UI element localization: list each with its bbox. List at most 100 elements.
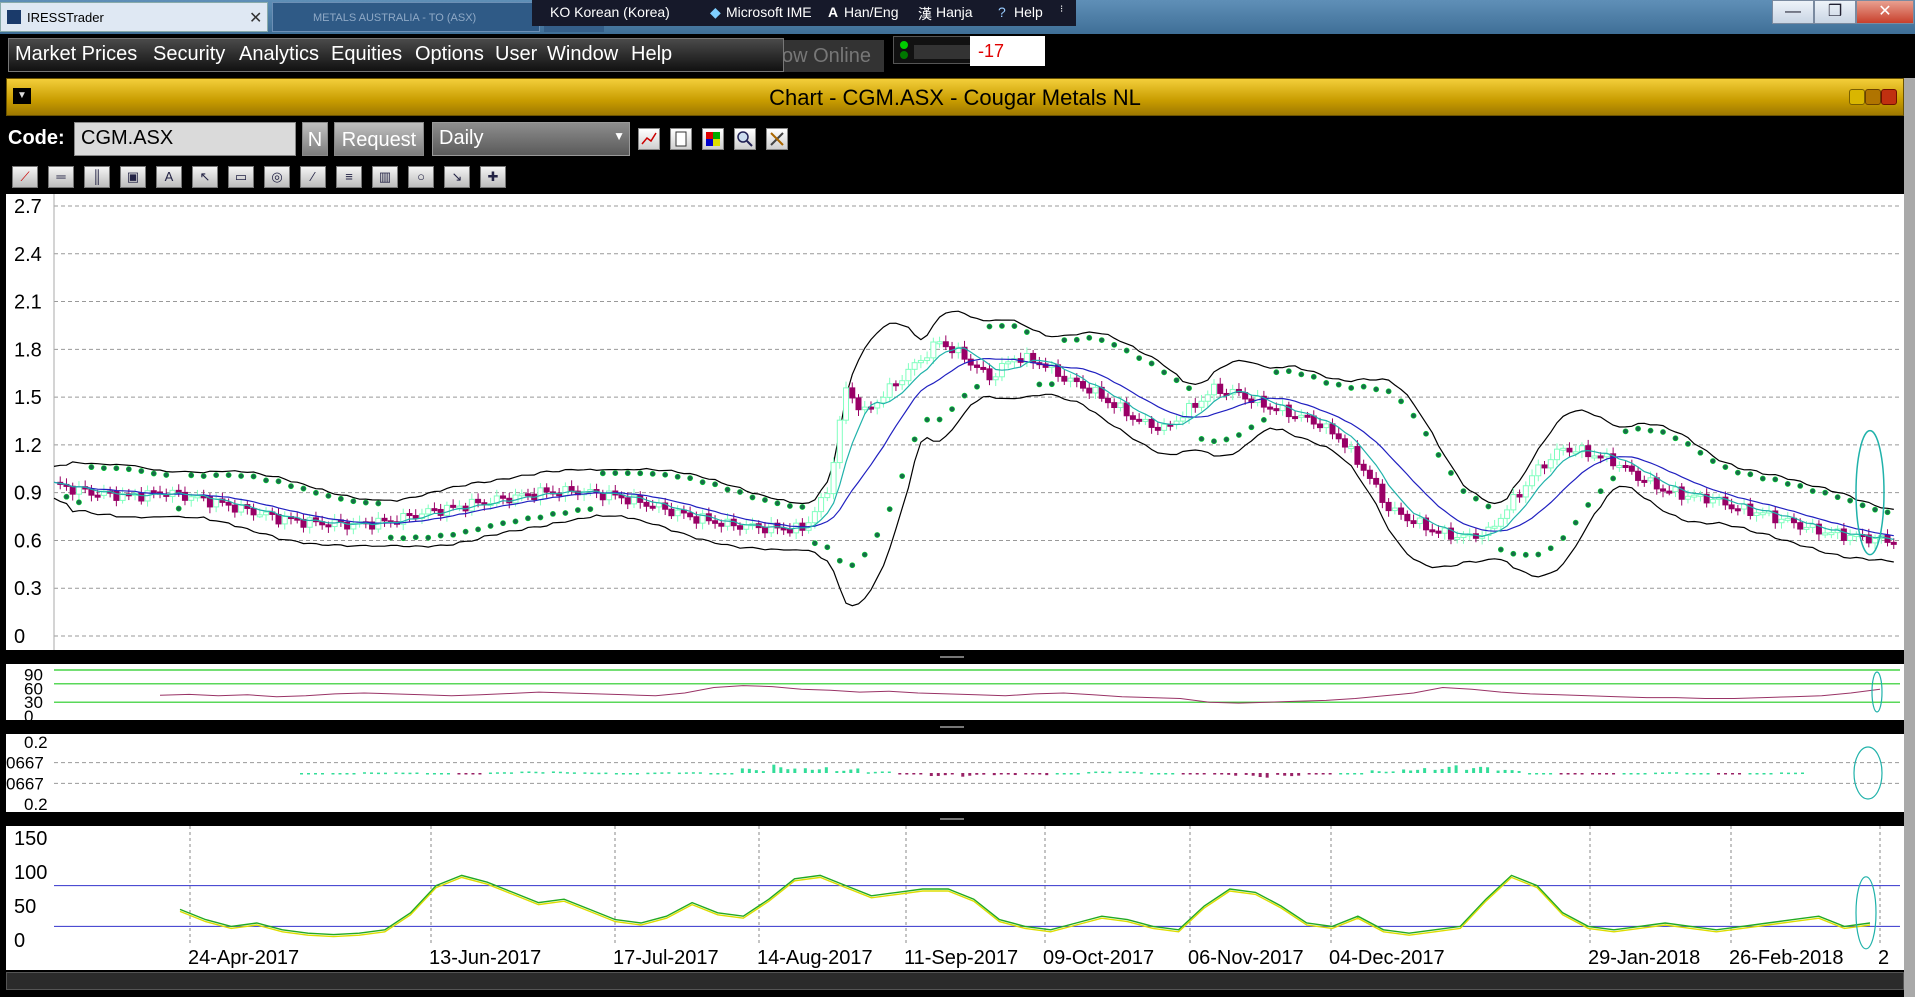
menu-help[interactable]: Help [631, 43, 672, 66]
restore-button[interactable]: ❒ [1814, 0, 1856, 24]
macd-bar [849, 769, 853, 773]
line-chart-icon[interactable] [638, 128, 660, 150]
macd-bar [457, 773, 461, 775]
candle [188, 496, 195, 501]
psar-dot [1460, 488, 1467, 495]
candle [443, 504, 450, 516]
macd-bar [369, 772, 373, 774]
psar-dot [238, 473, 244, 479]
chart-close-icon[interactable] [1881, 89, 1897, 105]
tools-icon[interactable] [766, 128, 788, 150]
close-button[interactable]: ✕ [1856, 0, 1914, 24]
menu-security[interactable]: Security [153, 43, 225, 66]
candle [1179, 417, 1186, 422]
macd-bar [1769, 773, 1773, 775]
macd-bar [961, 773, 965, 777]
zoom-icon[interactable] [734, 128, 756, 150]
macd-bar [1423, 768, 1427, 773]
tab-close-icon[interactable]: ✕ [249, 8, 262, 28]
trend-line-icon[interactable]: ⟋ [12, 166, 38, 188]
chart-area[interactable]: 2.72.42.11.81.51.20.90.60.3090603000.206… [0, 194, 1904, 972]
chart-window-title: Chart - CGM.ASX - Cougar Metals NL [769, 85, 1141, 110]
psar-dot [1385, 388, 1392, 395]
macd-bar [415, 772, 419, 775]
app-tab-iresstrader[interactable]: IRESSTrader ✕ [0, 2, 268, 32]
ime-help[interactable]: Help [1014, 4, 1043, 20]
horizontal-line-icon[interactable]: ═ [48, 166, 74, 188]
menu-equities[interactable]: Equities [331, 43, 402, 66]
minimize-button[interactable]: — [1772, 0, 1814, 24]
macd-bar [1566, 773, 1570, 775]
alert-counter[interactable]: -17 [970, 36, 1045, 66]
menu-window[interactable]: Window [547, 43, 618, 66]
pointer-icon[interactable]: ↖ [192, 166, 218, 188]
candle [1379, 483, 1386, 503]
menu-market-prices[interactable]: Market Prices [15, 43, 137, 66]
ime-options-icon[interactable]: ⁝ [1060, 4, 1063, 15]
psar-dot [475, 526, 481, 533]
interval-value: Daily [439, 127, 484, 149]
macd-bar [376, 772, 380, 775]
candle [1317, 423, 1324, 429]
price-axis-label: 1.8 [14, 339, 42, 361]
macd-bar [1227, 773, 1231, 775]
psar-dot [1809, 488, 1816, 494]
psar-dot [113, 465, 120, 472]
psar-dot [649, 470, 656, 477]
psar-dot [999, 323, 1005, 329]
ime-language[interactable]: KO Korean (Korea) [550, 4, 670, 20]
candle [761, 527, 768, 534]
zoom-box-icon[interactable]: ▣ [120, 166, 146, 188]
zoom-glyph [737, 131, 753, 147]
macd-bar [352, 773, 356, 775]
ellipse-box-icon[interactable]: ◎ [264, 166, 290, 188]
macd-bar [824, 767, 828, 773]
app-tab-metals[interactable]: METALS AUSTRALIA - TO (ASX) [272, 2, 540, 32]
candle [1073, 377, 1080, 383]
ime-han-eng[interactable]: Han/Eng [844, 4, 898, 20]
chart-minimize-icon[interactable] [1849, 89, 1865, 105]
page-icon[interactable] [670, 128, 692, 150]
crosshair-icon[interactable]: ✚ [480, 166, 506, 188]
macd-bar [1496, 770, 1500, 773]
psar-dot [412, 534, 419, 541]
candle [824, 493, 831, 499]
interval-select[interactable]: Daily ▼ [432, 122, 630, 156]
psar-dot [724, 486, 731, 493]
code-input[interactable]: CGM.ASX [74, 122, 296, 156]
macd-bar [1181, 773, 1185, 775]
text-tool-icon[interactable]: A [156, 166, 182, 188]
n-button[interactable]: N [302, 122, 328, 156]
candle [1366, 469, 1373, 479]
macd-bar [716, 773, 720, 775]
rectangle-icon[interactable]: ▭ [228, 166, 254, 188]
psar-dot [275, 478, 282, 485]
macd-bar [856, 768, 860, 773]
menu-analytics[interactable]: Analytics [239, 43, 319, 66]
macd-bar [936, 773, 940, 776]
candle [468, 498, 475, 512]
menu-user[interactable]: User [495, 43, 537, 66]
circle-icon[interactable]: ○ [408, 166, 434, 188]
chart-maximize-icon[interactable] [1865, 89, 1881, 105]
ime-name[interactable]: Microsoft IME [726, 4, 812, 20]
ime-hanja[interactable]: Hanja [936, 4, 973, 20]
arrow-line-icon[interactable]: ↘ [444, 166, 470, 188]
candle [849, 387, 856, 399]
period-icon[interactable]: ▥ [372, 166, 398, 188]
macd-bar [1258, 773, 1262, 778]
request-button[interactable]: Request [334, 122, 424, 156]
menu-options[interactable]: Options [415, 43, 484, 66]
psar-dot [100, 465, 107, 472]
psar-dot [1036, 381, 1043, 388]
psar-dot [1023, 329, 1030, 335]
macd-bar [614, 773, 618, 775]
candle [905, 368, 912, 382]
online-status-text: ow Online [784, 45, 871, 67]
candle [818, 497, 825, 513]
diagonal-icon[interactable]: ⁄ [300, 166, 326, 188]
color-palette-icon[interactable] [702, 128, 724, 150]
vertical-line-icon[interactable]: ║ [84, 166, 110, 188]
macd-bar [887, 771, 891, 774]
fib-icon[interactable]: ≡ [336, 166, 362, 188]
